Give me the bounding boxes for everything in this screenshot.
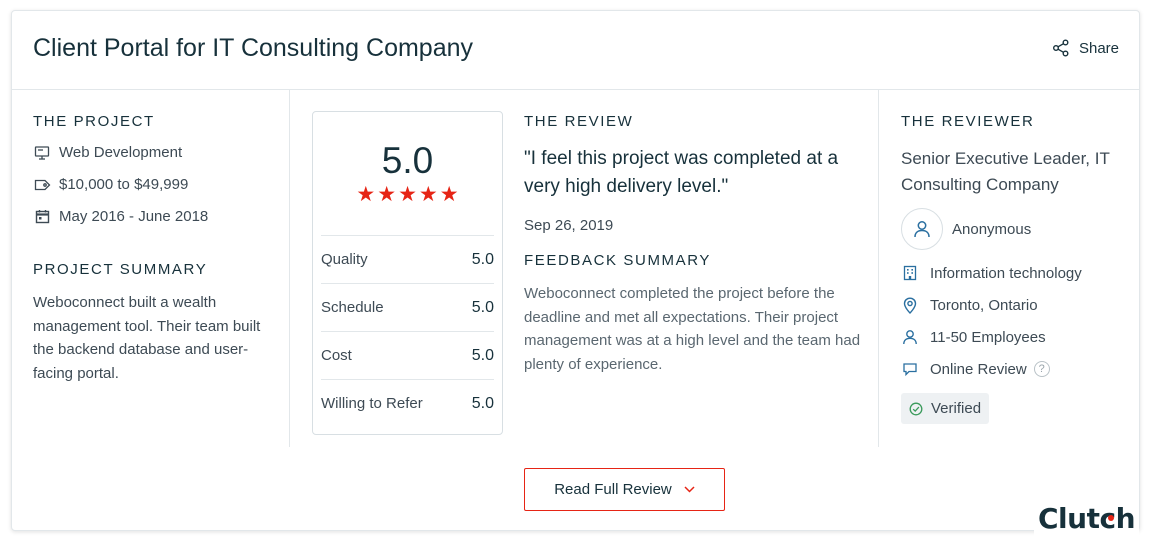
rating-value: 5.0	[471, 346, 494, 364]
reviewer-name: Anonymous	[952, 220, 1032, 238]
logo-dot	[1108, 515, 1114, 521]
overall-rating: 5.0	[381, 140, 434, 181]
verified-label: Verified	[931, 400, 982, 417]
project-service: Web Development	[33, 143, 273, 162]
reviewer-company-size: 11-50 Employees	[901, 327, 1126, 347]
person-icon	[901, 328, 919, 346]
calendar-icon	[33, 208, 51, 226]
rating-label: Quality	[321, 251, 368, 268]
reviewer-location-text: Toronto, Ontario	[930, 296, 1038, 314]
read-full-review-label: Read Full Review	[554, 481, 672, 498]
project-dates-text: May 2016 - June 2018	[59, 208, 209, 225]
share-label: Share	[1078, 39, 1119, 57]
rating-value: 5.0	[471, 250, 494, 268]
share-button[interactable]: Share	[1052, 39, 1119, 57]
share-icon	[1052, 39, 1069, 57]
column-divider	[289, 90, 290, 447]
reviewer-role: Senior Executive Leader, IT Consulting C…	[901, 149, 1110, 194]
help-icon[interactable]: ?	[1033, 361, 1050, 377]
read-full-review-button[interactable]: Read Full Review	[524, 468, 725, 511]
project-dates: May 2016 - June 2018	[33, 207, 273, 226]
check-circle-icon	[909, 402, 923, 415]
feedback-summary-text: Weboconnect completed the project before…	[524, 285, 861, 374]
review-card: Client Portal for IT Consulting Company …	[11, 10, 1140, 531]
rating-row-schedule: Schedule 5.0	[321, 283, 494, 331]
star-icon: ★	[439, 183, 459, 206]
reviewer-info-list: Information technology Toronto, Ontario …	[901, 263, 1126, 379]
reviewer-identity: Anonymous	[901, 208, 1126, 250]
price-tag-icon	[33, 176, 51, 194]
star-icon: ★	[377, 183, 397, 206]
reviewer-industry: Information technology	[901, 263, 1126, 283]
column-divider	[878, 90, 879, 447]
location-pin-icon	[901, 296, 919, 314]
reviewer-company-size-text: 11-50 Employees	[930, 328, 1046, 346]
project-service-text: Web Development	[59, 144, 183, 161]
project-budget-text: $10,000 to $49,999	[59, 176, 189, 193]
project-summary-title: PROJECT SUMMARY	[33, 261, 208, 278]
review-title: Client Portal for IT Consulting Company	[33, 34, 474, 62]
review-quote: "I feel this project was completed at a …	[524, 148, 839, 197]
rating-box: 5.0 ★ ★ ★ ★ ★ Quality 5.0 Schedule 5.0 C…	[312, 111, 503, 435]
reviewer-review-type: Online Review ?	[901, 359, 1126, 379]
rating-value: 5.0	[471, 298, 494, 316]
star-icon: ★	[418, 183, 438, 206]
logo-text: Clutch	[1038, 501, 1136, 535]
review-header: Client Portal for IT Consulting Company …	[12, 11, 1139, 90]
review-section-title: THE REVIEW	[524, 113, 634, 130]
reviewer-location: Toronto, Ontario	[901, 295, 1126, 315]
user-icon	[914, 221, 930, 238]
review-column: THE REVIEW "I feel this project was comp…	[524, 113, 864, 377]
star-icon: ★	[398, 183, 417, 206]
clutch-logo: Clutch	[1034, 498, 1139, 538]
rating-row-willing-to-refer: Willing to Refer 5.0	[321, 379, 494, 427]
reviewer-column: THE REVIEWER Senior Executive Leader, IT…	[901, 113, 1126, 424]
project-section-title: THE PROJECT	[33, 113, 155, 130]
project-summary-text: Weboconnect built a wealth management to…	[33, 294, 261, 383]
reviewer-industry-text: Information technology	[930, 264, 1082, 282]
rating-label: Willing to Refer	[321, 395, 423, 412]
rating-value: 5.0	[471, 394, 494, 412]
feedback-summary-title: FEEDBACK SUMMARY	[524, 252, 712, 269]
chevron-down-icon	[684, 486, 695, 493]
review-date: Sep 26, 2019	[524, 217, 614, 234]
star-rating: ★ ★ ★ ★ ★	[313, 184, 502, 205]
building-icon	[901, 264, 919, 282]
project-column: THE PROJECT Web Development $10,000 to $…	[33, 113, 273, 386]
chat-bubble-icon	[901, 360, 919, 378]
rating-row-quality: Quality 5.0	[321, 235, 494, 283]
star-icon: ★	[356, 183, 376, 206]
rating-row-cost: Cost 5.0	[321, 331, 494, 379]
monitor-icon	[33, 144, 51, 162]
rating-label: Schedule	[321, 299, 384, 316]
rating-label: Cost	[321, 347, 352, 364]
project-budget: $10,000 to $49,999	[33, 175, 273, 194]
reviewer-section-title: THE REVIEWER	[901, 113, 1035, 130]
verified-badge: Verified	[901, 393, 990, 424]
rating-breakdown: Quality 5.0 Schedule 5.0 Cost 5.0 Willin…	[321, 235, 494, 427]
reviewer-review-type-text: Online Review	[930, 360, 1027, 378]
avatar	[901, 208, 943, 250]
